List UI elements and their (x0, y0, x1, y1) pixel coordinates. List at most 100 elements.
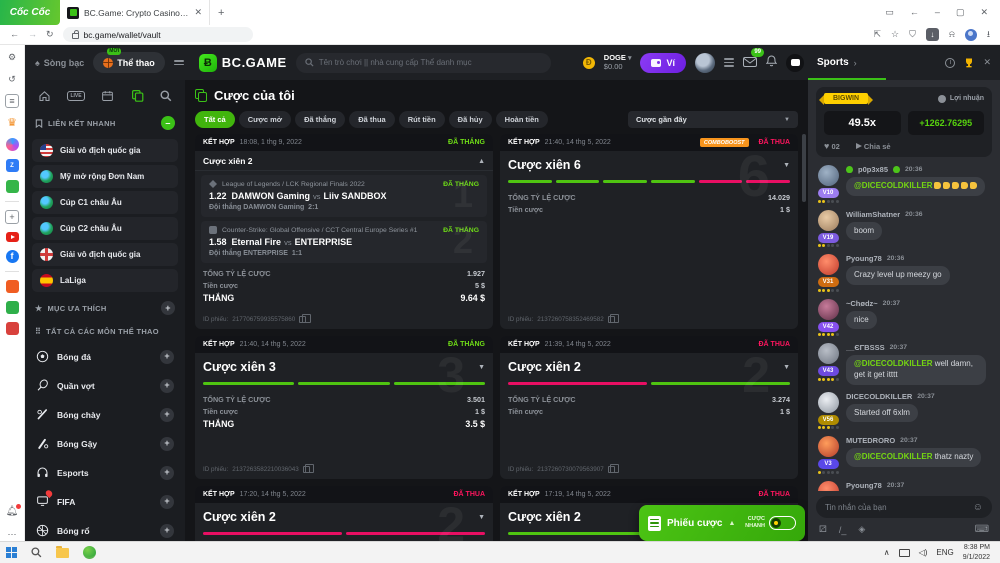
bet-title-row[interactable]: Cược xiên 6 ▼ (500, 151, 798, 172)
filter-cancelled[interactable]: Đã hủy (449, 111, 492, 128)
crown-icon[interactable]: ♛ (5, 116, 19, 130)
notifications-bell-icon[interactable]: 🔔︎ (5, 505, 19, 519)
sidebar-item-esports[interactable]: Esports+ (32, 458, 178, 487)
copy-icon[interactable] (303, 466, 310, 473)
bet-title-row[interactable]: Cược xiên 2 ▼ (195, 503, 493, 524)
quick-link-item[interactable]: LaLiga (32, 269, 178, 292)
bet-card[interactable]: KẾT HỢP 21:39, 14 thg 5, 2022 ĐÃ THUA 2 … (500, 336, 798, 479)
expand-icon[interactable]: ▼ (478, 514, 485, 521)
filter-all[interactable]: Tất cả (195, 111, 235, 128)
filter-cashout[interactable]: Rút tiền (399, 111, 445, 128)
messenger-icon[interactable] (6, 138, 19, 151)
sidebar-item-tennis[interactable]: Quần vợt+ (32, 371, 178, 400)
clock[interactable]: 8:38 PM9/1/2022 (963, 543, 994, 561)
copy-icon[interactable] (299, 316, 306, 323)
chevron-right-icon[interactable]: › (854, 58, 857, 68)
vip-progress-icon[interactable] (724, 58, 734, 67)
trophy-icon[interactable] (963, 57, 975, 69)
tray-expand-icon[interactable]: ∧ (884, 548, 890, 557)
bookmark-star-icon[interactable]: ☆ (891, 29, 899, 40)
share-icon[interactable]: ⇱ (873, 29, 881, 40)
bell-icon[interactable] (766, 54, 777, 72)
quick-link-item[interactable]: Cúp C2 châu Âu (32, 217, 178, 240)
expand-button[interactable]: + (160, 524, 174, 538)
maximize-button[interactable]: ▢ (956, 8, 965, 17)
bet-card[interactable]: KẾT HỢP 18:08, 1 thg 9, 2022 ĐÃ THẮNG Cư… (195, 134, 493, 329)
notifications-blocked-icon[interactable]: ⍾ (949, 29, 955, 40)
more-options-icon[interactable]: ⋯ (5, 527, 19, 541)
collapse-menu-icon[interactable] (174, 60, 184, 65)
sort-dropdown[interactable]: Cược gần đây ▼ (628, 111, 798, 128)
expand-button[interactable]: + (160, 437, 174, 451)
wallet-button[interactable]: Ví (640, 53, 686, 73)
add-shortcut-icon[interactable]: + (5, 210, 19, 224)
search-input[interactable]: Tên trò chơi || nhà cung cấp Thể danh mụ… (296, 53, 551, 73)
info-icon[interactable]: i (945, 58, 955, 68)
settings-gear-icon[interactable]: ⚙ (5, 50, 19, 64)
zalo-icon[interactable]: Z (6, 159, 19, 172)
sidebar-item-cricket[interactable]: Bóng Gậy+ (32, 429, 178, 458)
bet-card[interactable]: KẾT HỢP 17:20, 14 thg 5, 2022 ĐÃ THUA 2 … (195, 486, 493, 541)
start-button[interactable] (6, 547, 17, 558)
expand-icon[interactable]: ▼ (783, 162, 790, 169)
quick-link-item[interactable]: Mỹ mở rộng Đơn Nam (32, 165, 178, 188)
collapse-quick-links-button[interactable]: – (161, 116, 175, 130)
sidebar-item-fifa[interactable]: FIFA+ (32, 487, 178, 516)
facebook-icon[interactable]: f (6, 250, 19, 263)
bcgame-logo[interactable]: Ƀ BC.GAME (199, 54, 287, 72)
filter-won[interactable]: Đã thắng (295, 111, 345, 128)
main-scrollbar[interactable] (802, 134, 806, 202)
quick-link-item[interactable]: Cúp C1 châu Âu (32, 191, 178, 214)
bet-title-row[interactable]: Cược xiên 2 ▼ (500, 353, 798, 374)
expand-button[interactable]: + (160, 379, 174, 393)
expand-button[interactable]: + (160, 466, 174, 480)
screen-share-icon[interactable]: ▭ (885, 8, 894, 17)
bet-card[interactable]: KẾT HỢP 21:40, 14 thg 5, 2022 ĐÃ THẮNG 3… (195, 336, 493, 479)
expand-button[interactable]: + (160, 350, 174, 364)
bet-card[interactable]: KẾT HỢP 21:40, 14 thg 5, 2022 COMBOBOOST… (500, 134, 798, 329)
restore-icon[interactable]: ← (910, 8, 919, 17)
quick-link-item[interactable]: Giải vô địch quốc gia (32, 139, 178, 162)
bet-title-row[interactable]: Cược xiên 3 ▼ (195, 353, 493, 374)
copy-icon[interactable] (608, 316, 615, 323)
shopping-app-icon[interactable] (6, 280, 19, 293)
bigwin-card[interactable]: BIGWIN Lợi nhuận 49.5x +1262.76295 ♥ 02 … (816, 87, 992, 157)
add-favorite-button[interactable]: + (161, 301, 175, 315)
share-label[interactable]: Chia sẻ (864, 142, 891, 151)
chat-tab-sports[interactable]: Sports (817, 57, 849, 68)
shield-icon[interactable]: ⛉ (909, 29, 916, 40)
taskbar-search-icon[interactable] (31, 547, 42, 558)
search-events-icon[interactable] (160, 90, 172, 102)
browser-tab[interactable]: BC.Game: Crypto Casino Gan ✕ (60, 0, 210, 25)
bet-title-row[interactable]: Cược xiên 2 ▲ (195, 151, 493, 171)
youtube-icon[interactable] (6, 232, 19, 242)
language-indicator[interactable]: ENG (936, 548, 953, 557)
reading-list-icon[interactable]: ≡ (5, 94, 19, 108)
filter-refund[interactable]: Hoàn tiền (496, 111, 548, 128)
expand-icon[interactable]: ▼ (478, 364, 485, 371)
sidebar-item-basketball[interactable]: Bóng rổ+ (32, 516, 178, 541)
calendar-icon[interactable] (101, 90, 114, 102)
red-app-icon[interactable] (6, 322, 19, 335)
chat-message-input[interactable]: Tin nhắn của bạn ☺ (816, 496, 992, 518)
sidebar-item-football[interactable]: Bóng đá+ (32, 342, 178, 371)
my-bets-icon[interactable] (131, 89, 144, 102)
tab-close-icon[interactable]: ✕ (194, 8, 202, 17)
dice-icon[interactable]: ⚂ (819, 524, 827, 535)
network-icon[interactable] (899, 549, 910, 557)
collapse-icon[interactable]: ▲ (478, 158, 485, 165)
history-icon[interactable]: ↺ (5, 72, 19, 86)
quick-bet-toggle[interactable] (769, 516, 796, 530)
expand-button[interactable]: + (160, 495, 174, 509)
chat-toggle-icon[interactable] (786, 54, 804, 72)
keyboard-icon[interactable]: ⌨ (975, 524, 989, 535)
downloads-tray-icon[interactable]: ⭳ (987, 27, 990, 43)
forward-icon[interactable]: → (28, 30, 37, 39)
home-icon[interactable] (38, 90, 51, 102)
download-icon[interactable]: ↓ (926, 28, 939, 41)
heart-icon[interactable]: ♥ (824, 141, 829, 151)
green-app-icon[interactable] (6, 301, 19, 314)
quick-link-item[interactable]: Giải vô địch quốc gia (32, 243, 178, 266)
close-button[interactable]: ✕ (980, 8, 988, 17)
coccoc-logo[interactable]: Cốc Cốc (0, 0, 60, 25)
